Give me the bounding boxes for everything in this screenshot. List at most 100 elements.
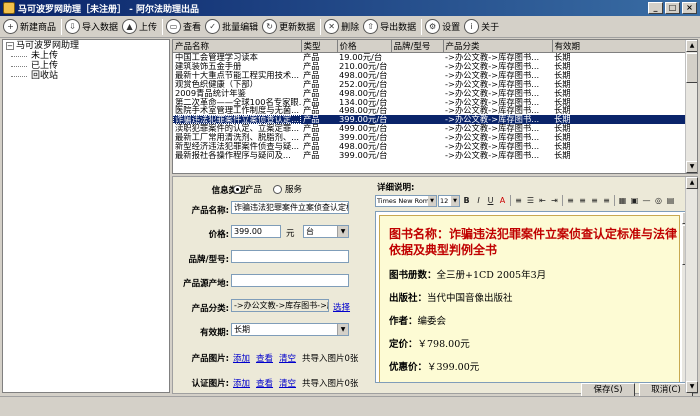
price-field[interactable]: 399.00 (231, 225, 281, 238)
cert-view-link[interactable]: 查看 (256, 377, 273, 389)
link-icon[interactable]: ◎ (653, 195, 664, 207)
underline-icon[interactable]: U (485, 195, 496, 207)
ordered-list-icon[interactable]: ≡ (513, 195, 524, 207)
align-justify-icon[interactable]: ≡ (601, 195, 612, 207)
indent-icon[interactable]: ⇥ (549, 195, 560, 207)
import-data-button[interactable]: ⇩ 导入数据 (64, 17, 121, 37)
price-unit-select[interactable]: 台 ▼ (303, 225, 349, 238)
column-header-price[interactable]: 价格 (337, 40, 392, 53)
tree-item-uploaded[interactable]: 已上传 (3, 61, 169, 71)
about-button[interactable]: i 关于 (463, 17, 502, 37)
delete-button[interactable]: ✕ 删除 (323, 17, 362, 37)
bold-icon[interactable]: B (461, 195, 472, 207)
column-header-name[interactable]: 产品名称 (173, 40, 302, 53)
table-cell: 最新报社各操作程序与疑问及... (175, 150, 291, 160)
table-cell: 长期 (554, 124, 571, 134)
bullet-list-icon[interactable]: ☰ (525, 195, 536, 207)
scroll-down-arrow-icon[interactable]: ▼ (686, 161, 697, 173)
images-add-link[interactable]: 添加 (233, 352, 250, 364)
table-row[interactable]: 最新工厂常用清洗剂、脱脂剂、... 产品 399.00元/台 ->办公文教->库存图书… (173, 133, 686, 142)
outdent-icon[interactable]: ⇤ (537, 195, 548, 207)
table-cell: 产品 (303, 106, 320, 116)
scroll-up-arrow-icon[interactable]: ▲ (686, 40, 697, 52)
radio-service[interactable]: 服务 (273, 183, 302, 195)
image-icon[interactable]: ▣ (629, 195, 640, 207)
book-author: 作者：编委会 (389, 316, 447, 327)
tree-item-recycle-bin[interactable]: 回收站 (3, 71, 169, 81)
tree-item-not-uploaded[interactable]: 未上传 (3, 51, 169, 61)
images-clear-link[interactable]: 清空 (279, 352, 296, 364)
table-row[interactable]: 2009青品统计年鉴 产品 498.00元/台 ->办公文教->库存图书... 长期 (173, 89, 686, 98)
font-name-select[interactable]: Times New Rom ▼ (375, 194, 437, 207)
brand-field[interactable] (231, 250, 349, 263)
batch-edit-button[interactable]: ✓ 批量编辑 (204, 17, 261, 37)
column-header-type[interactable]: 类型 (301, 40, 338, 53)
update-data-button[interactable]: ↻ 更新数据 (261, 17, 318, 37)
minimize-button[interactable]: _ (648, 2, 663, 14)
product-name-field[interactable]: 诈骗违法犯罪案件立案侦查认定标准 (231, 201, 349, 214)
app-icon (3, 2, 15, 14)
detail-scrollbar[interactable]: ▲ ▼ (685, 177, 698, 393)
table-cell: 长期 (554, 142, 571, 151)
font-size-select[interactable]: 12 ▼ (438, 194, 460, 207)
horizontal-rule-icon[interactable]: — (641, 195, 652, 207)
new-product-button[interactable]: + 新建商品 (2, 17, 59, 37)
cert-add-link[interactable]: 添加 (233, 377, 250, 389)
chevron-down-icon: ▼ (337, 324, 348, 335)
source-icon[interactable]: ▤ (665, 195, 676, 207)
align-center-icon[interactable]: ≡ (577, 195, 588, 207)
refresh-icon: ↻ (262, 19, 278, 34)
table-cell: 498.00元/台 (339, 106, 388, 116)
maximize-button[interactable]: □ (665, 2, 680, 14)
table-row[interactable]: 第二次革命——全球100名专家眼... 产品 134.00元/台 ->办公文教->库存… (173, 98, 686, 107)
settings-button[interactable]: ⚙ 设置 (424, 17, 463, 37)
table-row[interactable]: 建筑装饰五金手册 产品 210.00元/台 ->办公文教->库存图书... 长期 (173, 62, 686, 71)
table-cell (391, 115, 443, 125)
table-cell: 252.00元/台 (339, 79, 388, 89)
scroll-up-arrow-icon[interactable]: ▲ (686, 177, 698, 189)
table-cell: 134.00元/台 (339, 97, 388, 107)
origin-field[interactable] (231, 274, 349, 287)
export-icon: ⇧ (363, 19, 379, 34)
table-cell: ->办公文教->库存图书... (445, 61, 540, 71)
new-icon: + (3, 19, 18, 34)
table-row[interactable]: 新型经济违法犯罪案件侦查与疑... 产品 498.00元/台 ->办公文教->库存图书… (173, 142, 686, 151)
editor-content[interactable]: 图书名称：诈骗违法犯罪案件立案侦查认定标准与法律依据及典型判例全书 图书册数：全… (379, 215, 680, 382)
table-row[interactable]: 医院手术室管理工作制度与无菌... 产品 498.00元/台 ->办公文教->库存图书… (173, 106, 686, 115)
align-right-icon[interactable]: ≡ (589, 195, 600, 207)
table-row[interactable]: 渎职犯罪案件的认定、立案定罪... 产品 499.00元/台 ->办公文教->库存图书… (173, 124, 686, 133)
table-row[interactable]: 最新十大重点节能工程实用技术... 产品 498.00元/台 ->办公文教->库存图书… (173, 71, 686, 80)
column-header-category[interactable]: 产品分类 (443, 40, 553, 53)
column-header-brand[interactable]: 品牌/型号 (391, 40, 444, 53)
cert-clear-link[interactable]: 清空 (279, 377, 296, 389)
table-row[interactable]: 诈骗违法犯罪案件立案侦查认定... 产品 399.00元/台 ->办公文教->库存图书… (173, 115, 686, 125)
upload-button[interactable]: ▲ 上传 (121, 17, 160, 37)
description-editor[interactable]: 图书名称：诈骗违法犯罪案件立案侦查认定标准与法律依据及典型判例全书 图书册数：全… (375, 211, 695, 383)
table-row[interactable]: 观赏色织健康（下部） 产品 252.00元/台 ->办公文教->库存图书... 长期 (173, 80, 686, 89)
font-color-icon[interactable]: A (497, 195, 508, 207)
table-cell (391, 89, 443, 98)
table-cell: 产品 (303, 70, 320, 80)
category-choose-link[interactable]: 选择 (333, 301, 350, 313)
table-cell: ->办公文教->库存图书... (445, 142, 540, 151)
align-left-icon[interactable]: ≡ (565, 195, 576, 207)
validity-select[interactable]: 长期 ▼ (231, 323, 349, 336)
table-cell: 499.00元/台 (339, 124, 388, 134)
table-scrollbar[interactable]: ▲ ▼ (685, 40, 697, 173)
images-view-link[interactable]: 查看 (256, 352, 273, 364)
table-icon[interactable]: ▦ (617, 195, 628, 207)
title-bar: 马可波罗网助理［未注册］ - 阿尔法助理出品 _ □ × (0, 0, 700, 16)
tree-item-root[interactable]: − 马可波罗网助理 (3, 41, 169, 51)
table-row[interactable]: 中国工会管理学习读本 产品 19.00元/台 ->办公文教->库存图书... 长期 (173, 53, 686, 62)
export-data-button[interactable]: ⇧ 导出数据 (362, 17, 419, 37)
collapse-icon[interactable]: − (6, 41, 14, 50)
table-cell: ->办公文教->库存图书... (443, 115, 552, 125)
scroll-down-arrow-icon[interactable]: ▼ (686, 381, 698, 393)
italic-icon[interactable]: I (473, 195, 484, 207)
table-row[interactable]: 最新报社各操作程序与疑问及... 产品 399.00元/台 ->办公文教->库存图书.… (173, 151, 686, 160)
view-button[interactable]: ▭ 查看 (165, 17, 204, 37)
radio-product[interactable]: 产品 (233, 183, 262, 195)
close-button[interactable]: × (682, 2, 697, 14)
column-header-validity[interactable]: 有效期 (552, 40, 687, 53)
scroll-thumb[interactable] (686, 53, 697, 83)
